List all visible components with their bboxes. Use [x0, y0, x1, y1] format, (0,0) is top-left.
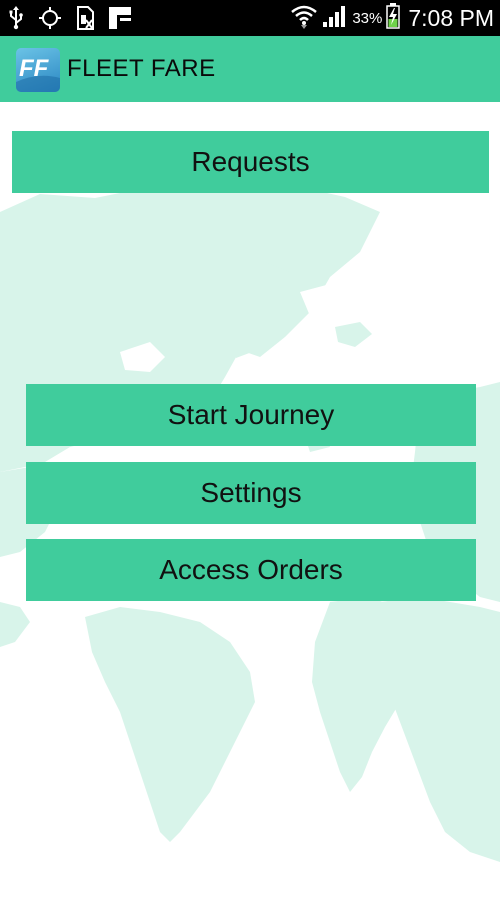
settings-button[interactable]: Settings [26, 462, 476, 524]
clock: 7:08 PM [408, 4, 494, 31]
app-logo: FF [16, 48, 60, 92]
gps-icon [38, 6, 62, 30]
battery-percentage: 33% [352, 9, 383, 27]
start-journey-button[interactable]: Start Journey [26, 384, 476, 446]
status-bar: 33% 7:08 PM [0, 0, 500, 36]
usb-icon [8, 6, 24, 30]
sim-card-icon [76, 6, 94, 30]
wifi-icon [290, 3, 318, 34]
access-orders-button[interactable]: Access Orders [26, 539, 476, 601]
notification-icon [108, 6, 132, 30]
app-logo-text: FF [19, 55, 50, 82]
status-bar-right: 33% 7:08 PM [290, 0, 494, 36]
app-title: FLEET FARE [67, 55, 216, 82]
action-bar: FF FLEET FARE [0, 36, 500, 102]
signal-icon [322, 4, 348, 33]
status-bar-left-icons [8, 4, 132, 32]
battery-charging-icon [386, 2, 401, 34]
requests-button[interactable]: Requests [12, 131, 489, 193]
app-screen: 33% 7:08 PM FF FLEET FARE Requests Start… [0, 0, 500, 900]
